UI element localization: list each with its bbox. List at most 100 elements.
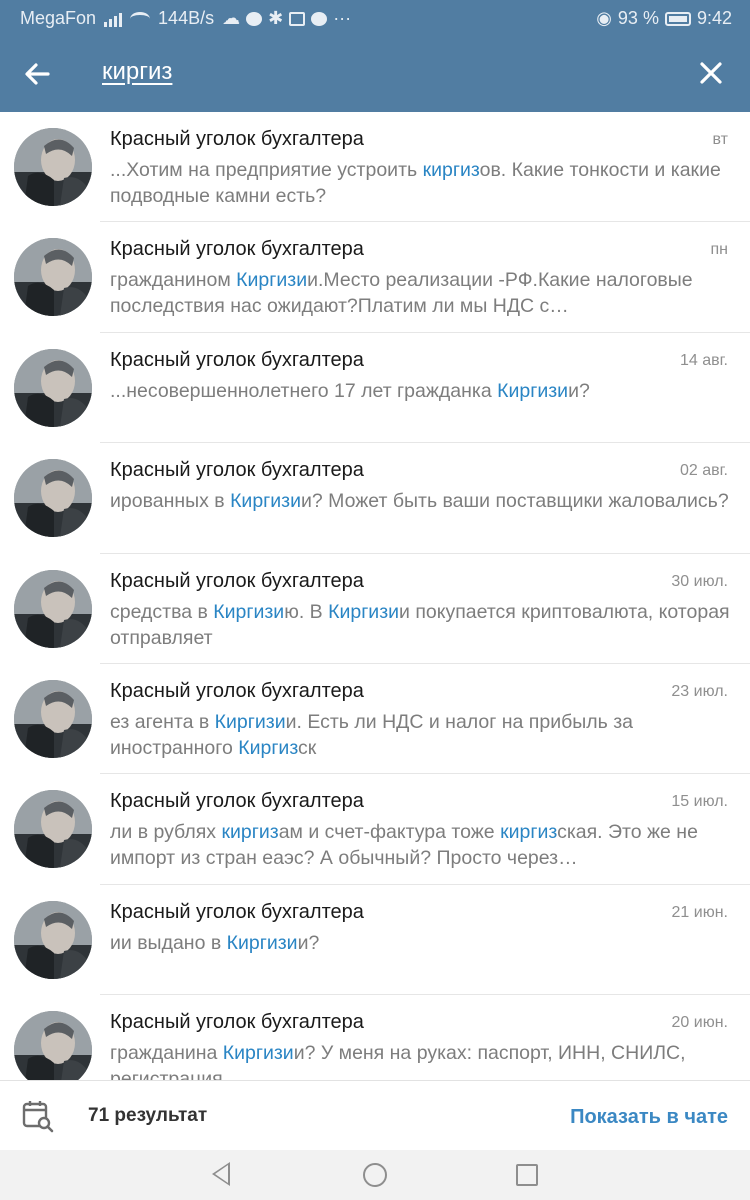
snippet-text: ...несовершеннолетнего 17 лет гражданка [110, 379, 498, 402]
chat-title: Красный уголок бухгалтера [110, 459, 364, 482]
message-snippet: ии выдано в Киргизии? [110, 930, 735, 956]
message-date: 23 июл. [671, 682, 728, 700]
snippet-text: ированных в [110, 490, 231, 513]
search-highlight: Киргизи [236, 269, 308, 292]
snippet-text: ез агента в [110, 710, 215, 733]
avatar [14, 900, 92, 979]
status-left: MegaFon 144B/s ☁ ✱ ··· [20, 8, 351, 29]
close-icon[interactable] [690, 52, 732, 94]
message-date: 30 июл. [671, 572, 728, 590]
more-icon: ··· [333, 8, 352, 28]
message-date: вт [712, 131, 728, 148]
status-right: ◉ 93 % 9:42 [596, 8, 732, 29]
chat-title: Красный уголок бухгалтера [110, 238, 364, 261]
message-snippet: гражданина Киргизии? У меня на руках: па… [110, 1040, 735, 1080]
search-results-list[interactable]: Красный уголок бухгалтера вт ...Хотим на п… [0, 112, 750, 1080]
clock: 9:42 [696, 8, 732, 28]
chat-title: Красный уголок бухгалтера [110, 348, 364, 371]
snippet-text: гражданина [110, 1042, 223, 1065]
message-snippet: гражданином Киргизии.Место реализации -Р… [110, 267, 735, 319]
snippet-text: ам и счет-фактура тоже [278, 821, 501, 844]
avatar [14, 459, 92, 538]
message-snippet: ли в рублях киргизам и счет-фактура тоже… [110, 819, 735, 871]
list-item[interactable]: Красный уголок бухгалтера вт ...Хотим на п… [0, 112, 750, 223]
avatar [14, 1011, 92, 1080]
vk-icon: ✱ [268, 8, 284, 28]
chat-title: Красный уголок бухгалтера [110, 679, 364, 702]
whatsapp-icon [246, 11, 263, 26]
snippet-text: ...Хотим на предприятие устроить [110, 159, 423, 181]
message-snippet: ированных в Киргизии? Может быть ваши по… [110, 488, 735, 514]
calendar-search-icon[interactable] [22, 1099, 54, 1133]
notification-icons: ☁ ✱ ··· [222, 8, 351, 29]
list-item[interactable]: Красный уголок бухгалтера 02 авг. ированны… [0, 443, 750, 554]
message-snippet: ез агента в Киргизии. Есть ли НДС и нало… [110, 709, 735, 761]
search-highlight: Киргизи [230, 490, 302, 513]
search-highlight: киргиз [500, 821, 558, 844]
message-date: пн [710, 241, 729, 259]
network-speed: 144B/s [158, 8, 215, 28]
message-date: 15 июл. [671, 793, 728, 811]
list-item[interactable]: Красный уголок бухгалтера 30 июл. средств… [0, 554, 750, 664]
message-date: 02 авг. [680, 462, 728, 480]
chat-title: Красный уголок бухгалтера [110, 128, 364, 150]
system-nav-bar [0, 1150, 750, 1200]
nav-recents-icon[interactable] [516, 1164, 538, 1186]
avatar [14, 348, 92, 427]
battery-percent: 93 % [617, 8, 659, 28]
image-icon [289, 11, 306, 26]
snippet-text: ск [298, 736, 317, 759]
chat-icon [311, 11, 328, 26]
message-date: 20 июн. [671, 1014, 728, 1032]
arrow-left-icon[interactable] [18, 54, 58, 94]
search-header: киргиз [0, 36, 750, 112]
snippet-text: средства в [110, 600, 214, 623]
search-highlight: Киргизи [328, 600, 400, 623]
alarm-icon: ◉ [596, 8, 612, 28]
search-input[interactable]: киргиз [102, 58, 172, 86]
search-highlight: Киргиз [238, 736, 299, 759]
message-date: 14 авг. [680, 351, 728, 369]
show-in-chat-button[interactable]: Показать в чате [570, 1106, 728, 1129]
search-highlight: киргиз [422, 159, 480, 181]
carrier-label: MegaFon [20, 8, 97, 28]
chat-title: Красный уголок бухгалтера [110, 569, 364, 592]
chat-title: Красный уголок бухгалтера [110, 900, 364, 923]
message-snippet: ...несовершеннолетнего 17 лет гражданка … [110, 378, 735, 404]
signal-icon [104, 11, 123, 27]
list-item[interactable]: Красный уголок бухгалтера 15 июл. ли в руб… [0, 774, 750, 885]
nav-back-icon[interactable] [212, 1162, 230, 1186]
list-item[interactable]: Красный уголок бухгалтера 21 июн. ии выдан… [0, 885, 750, 996]
message-date: 21 июн. [671, 903, 728, 921]
results-count: 71 результат [88, 1105, 208, 1126]
search-highlight: Киргизи [497, 379, 569, 402]
search-highlight: Киргизи [214, 710, 286, 733]
snippet-text: ли в рублях [110, 821, 222, 844]
search-highlight: Киргизи [213, 600, 285, 623]
results-footer: 71 результат Показать в чате [0, 1080, 750, 1150]
list-item[interactable]: Красный уголок бухгалтера пн гражданином К… [0, 222, 750, 333]
list-item[interactable]: Красный уголок бухгалтера 23 июл. ез агент… [0, 664, 750, 775]
avatar [14, 790, 92, 869]
message-snippet: ...Хотим на предприятие устроить киргизо… [110, 157, 735, 209]
avatar [14, 238, 92, 317]
avatar [14, 679, 92, 758]
snippet-text: и? [297, 931, 320, 954]
status-bar: MegaFon 144B/s ☁ ✱ ··· ◉ 93 % 9:42 [0, 0, 750, 36]
nav-home-icon[interactable] [363, 1163, 387, 1187]
message-snippet: средства в Киргизию. В Киргизии покупает… [110, 599, 735, 651]
wifi-icon [130, 11, 151, 26]
battery-icon [664, 11, 691, 26]
list-item[interactable]: Красный уголок бухгалтера 20 июн. граждан… [0, 995, 750, 1080]
search-highlight: Киргизи [226, 931, 298, 954]
snippet-text: и? Может быть ваши поставщики жаловались… [301, 490, 729, 513]
search-highlight: Киргизи [222, 1042, 294, 1065]
snippet-text: ю. В [284, 600, 329, 623]
avatar [14, 569, 92, 648]
snippet-text: гражданином [110, 269, 237, 292]
cloud-icon: ☁ [222, 8, 241, 28]
chat-title: Красный уголок бухгалтера [110, 1011, 364, 1034]
snippet-text: ии выдано в [110, 931, 227, 954]
list-item[interactable]: Красный уголок бухгалтера 14 авг. ...несов… [0, 333, 750, 444]
search-highlight: киргиз [221, 821, 279, 844]
